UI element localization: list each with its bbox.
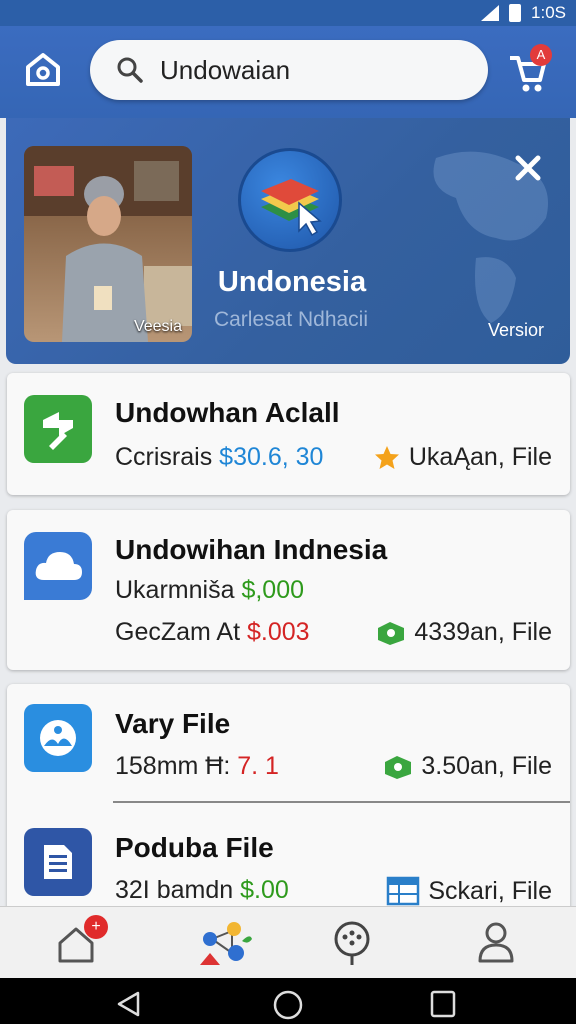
tag-icon bbox=[385, 755, 412, 779]
version-label: Versior bbox=[487, 320, 544, 340]
card-title: Undowhan Aclall bbox=[115, 397, 340, 428]
price-value: $,000 bbox=[241, 576, 304, 604]
price-label: Ccrisrais bbox=[115, 443, 213, 471]
price-label: GecZam At bbox=[115, 618, 241, 646]
tag-icon bbox=[378, 621, 405, 645]
nav-profile[interactable] bbox=[474, 919, 524, 969]
nav-network[interactable] bbox=[196, 919, 252, 969]
meta-text: Sckari, File bbox=[428, 876, 552, 905]
recents-square-icon bbox=[430, 990, 456, 1018]
card-app-icon bbox=[24, 395, 92, 463]
file-card[interactable]: Undowihan Indnesia Ukarmniša $,000 GecZa… bbox=[7, 510, 570, 670]
search-bar[interactable]: Undowaian bbox=[90, 40, 488, 100]
cart-badge: A bbox=[530, 44, 552, 66]
store-home-icon bbox=[26, 53, 60, 86]
price-value: 7. 1 bbox=[237, 752, 279, 780]
meta-text: 4339an, File bbox=[414, 618, 552, 646]
file-card[interactable]: Vary File 158mm Ħ: 7. 1 3.50an, File bbox=[7, 684, 570, 802]
close-icon bbox=[515, 155, 541, 181]
nav-chat[interactable] bbox=[330, 919, 380, 969]
card-meta: Sckari, File bbox=[386, 876, 552, 906]
app-logo bbox=[238, 148, 342, 252]
app-header: Undowaian A bbox=[0, 26, 576, 118]
home-system-button[interactable] bbox=[272, 990, 303, 1020]
home-circle-icon bbox=[273, 990, 303, 1020]
card-price-row: 32I bamdn $.00 bbox=[115, 876, 289, 905]
card-price-row: GecZam At $.003 bbox=[115, 618, 310, 647]
card-meta: UkaĄan, File bbox=[373, 443, 552, 472]
price-value: $.00 bbox=[240, 876, 289, 904]
card-title: Vary File bbox=[115, 708, 231, 739]
card-app-icon bbox=[24, 532, 92, 600]
back-button[interactable] bbox=[114, 990, 144, 1018]
card-price-row: Ukarmniša $,000 bbox=[115, 576, 304, 605]
status-time: 1:0S bbox=[531, 3, 566, 22]
card-title: Undowihan Indnesia bbox=[115, 534, 388, 565]
spreadsheet-icon bbox=[387, 876, 420, 906]
divider bbox=[113, 801, 570, 803]
card-app-icon bbox=[24, 828, 92, 896]
system-nav-bar bbox=[0, 978, 576, 1024]
price-label: Ukarmniša bbox=[115, 576, 235, 604]
file-card[interactable]: Poduba File 32I bamdn $.00 Sckari, File bbox=[7, 804, 570, 914]
price-value: $30.6, 30 bbox=[219, 443, 324, 471]
file-card[interactable]: Undowhan Aclall Ccrisrais $30.6, 30 UkaĄ… bbox=[7, 373, 570, 495]
notification-badge: + bbox=[84, 915, 108, 939]
close-banner-button[interactable] bbox=[508, 148, 548, 188]
banner-subtitle: Carlesat Ndhacii bbox=[213, 308, 369, 331]
card-app-icon bbox=[24, 704, 92, 772]
cart-button[interactable]: A bbox=[508, 44, 558, 94]
document-icon bbox=[44, 845, 72, 879]
price-label: 32I bamdn bbox=[115, 876, 234, 904]
person-icon bbox=[478, 922, 514, 963]
network-nodes-icon bbox=[200, 922, 252, 965]
chat-bubble-icon bbox=[334, 921, 370, 965]
star-icon bbox=[374, 445, 399, 469]
card-title: Poduba File bbox=[115, 832, 274, 863]
battery-icon bbox=[509, 4, 522, 22]
price-label: 158mm Ħ: bbox=[115, 752, 231, 780]
price-value: $.003 bbox=[247, 618, 310, 646]
refresh-arrows-icon bbox=[43, 412, 73, 450]
photo-caption: Veesia bbox=[133, 318, 182, 335]
back-triangle-icon bbox=[117, 991, 140, 1017]
card-price-row: 158mm Ħ: 7. 1 bbox=[115, 752, 279, 781]
profile-photo: Veesia bbox=[24, 146, 192, 342]
globe-icon bbox=[40, 720, 76, 756]
search-input[interactable]: Undowaian bbox=[160, 55, 290, 86]
search-icon bbox=[117, 57, 143, 83]
person-photo-graphic bbox=[24, 146, 192, 342]
signal-icon bbox=[481, 5, 500, 21]
file-list-panel: Vary File 158mm Ħ: 7. 1 3.50an, File Pod… bbox=[7, 684, 570, 914]
home-button[interactable] bbox=[22, 48, 64, 90]
meta-text: 3.50an, File bbox=[421, 752, 552, 780]
promo-banner[interactable]: Veesia Undonesia Carlesat Ndhacii Versio… bbox=[6, 118, 570, 364]
layers-cursor-icon bbox=[261, 179, 322, 237]
cloud-icon bbox=[35, 552, 82, 580]
bottom-nav: + bbox=[0, 906, 576, 978]
nav-home[interactable]: + bbox=[56, 915, 108, 969]
card-meta: 3.50an, File bbox=[383, 752, 552, 781]
card-meta: 4339an, File bbox=[376, 618, 552, 647]
status-bar: 1:0S bbox=[0, 0, 576, 26]
recents-button[interactable] bbox=[428, 990, 458, 1018]
banner-title: Undonesia bbox=[217, 266, 367, 298]
card-price-row: Ccrisrais $30.6, 30 bbox=[115, 443, 323, 472]
meta-text: UkaĄan, File bbox=[408, 443, 552, 471]
